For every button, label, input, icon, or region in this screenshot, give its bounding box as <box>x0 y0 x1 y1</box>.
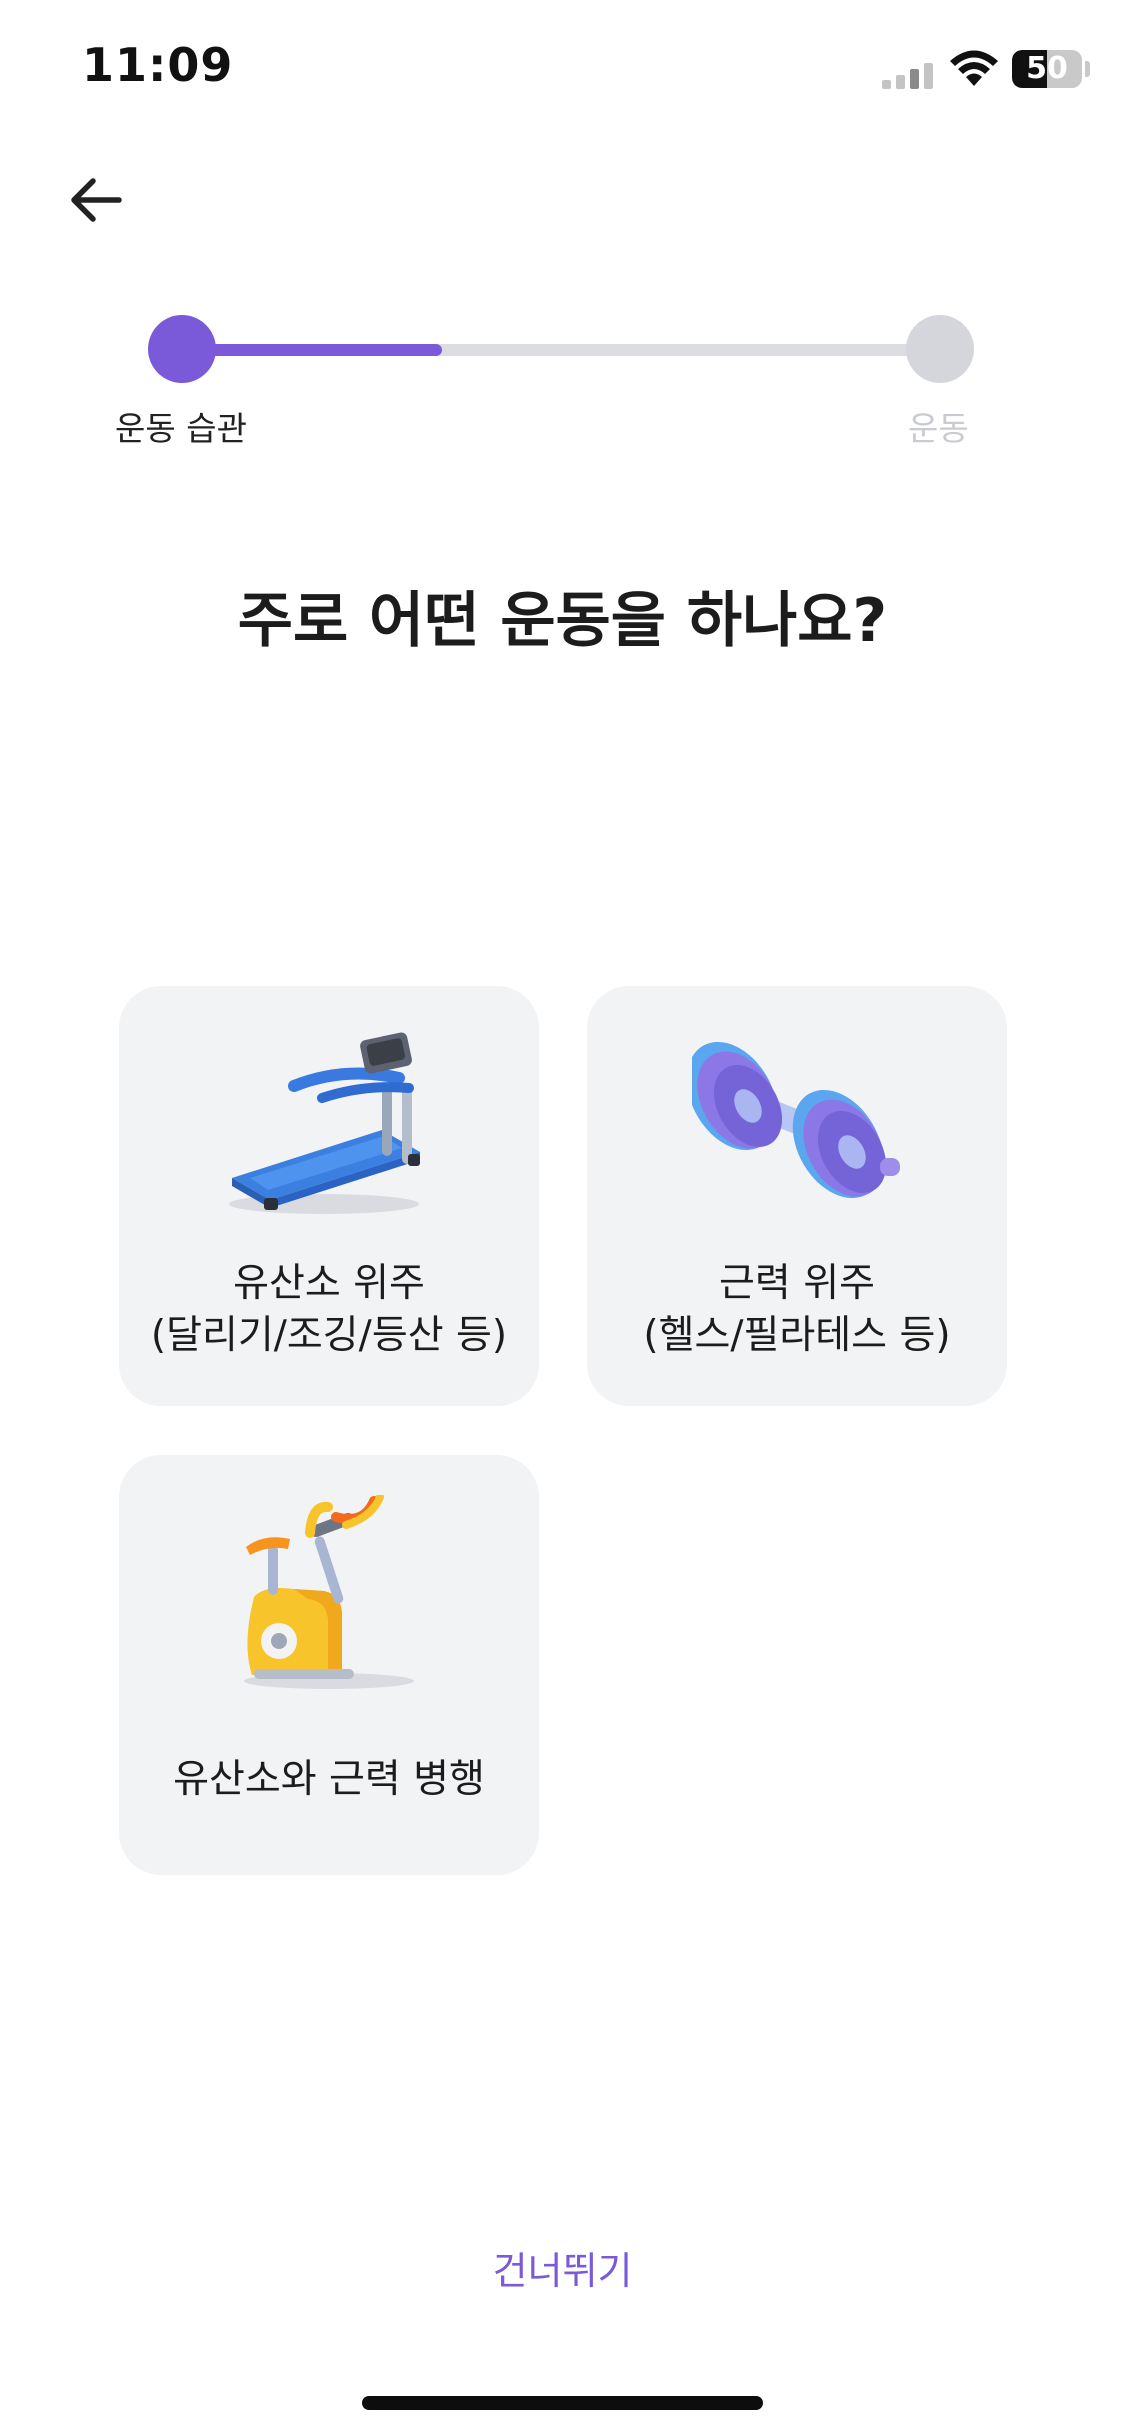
battery-percent: 50 <box>1026 51 1068 86</box>
option-card-strength[interactable]: 근력 위주 (헬스/필라테스 등) <box>587 986 1007 1406</box>
option-title: 유산소 위주 <box>233 1261 425 1306</box>
step-dot-current <box>148 315 216 383</box>
status-time: 11:09 <box>82 38 234 92</box>
cellular-signal-icon <box>882 63 933 89</box>
step-dot-next <box>906 315 974 383</box>
option-card-cardio[interactable]: 유산소 위주 (달리기/조깅/등산 등) <box>119 986 539 1406</box>
status-bar: 11:09 50 <box>0 0 1125 140</box>
wifi-icon <box>950 50 998 86</box>
option-label: 근력 위주 (헬스/필라테스 등) <box>587 1258 1007 1362</box>
battery-tip <box>1085 61 1090 77</box>
back-button[interactable] <box>56 164 136 236</box>
step-label-next: 운동 <box>908 409 969 448</box>
option-label: 유산소 위주 (달리기/조깅/등산 등) <box>119 1258 539 1362</box>
home-indicator <box>362 2396 763 2410</box>
option-subtitle: (헬스/필라테스 등) <box>643 1313 951 1358</box>
battery-icon: 50 <box>1012 50 1082 88</box>
skip-button[interactable]: 건너뛰기 <box>0 2240 1125 2295</box>
exercise-bike-icon <box>244 1495 414 1689</box>
progress-track <box>184 344 944 356</box>
option-title: 유산소와 근력 병행 <box>173 1757 485 1802</box>
dumbbell-icon <box>692 1041 900 1199</box>
step-label-current: 운동 습관 <box>115 409 247 448</box>
option-subtitle: (달리기/조깅/등산 등) <box>150 1313 508 1358</box>
treadmill-icon <box>229 1032 420 1214</box>
option-title: 근력 위주 <box>719 1261 875 1306</box>
option-card-both[interactable]: 유산소와 근력 병행 <box>119 1455 539 1875</box>
progress-fill <box>184 344 443 356</box>
arrow-left-icon <box>71 178 122 222</box>
page-title: 주로 어떤 운동을 하나요? <box>237 586 888 656</box>
progress-stepper: 운동 습관 운동 <box>0 300 1125 460</box>
